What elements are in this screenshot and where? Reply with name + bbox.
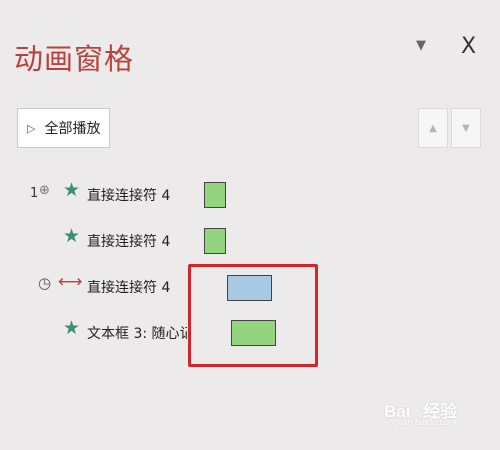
play-all-label: 全部播放 xyxy=(44,121,101,137)
entrance-star-icon: ★ xyxy=(63,179,81,201)
entrance-star-icon: ★ xyxy=(63,317,81,339)
pane-options-dropdown-icon[interactable]: ▼ xyxy=(416,38,426,53)
animation-item[interactable]: ★ 直接连接符 4 xyxy=(0,222,500,262)
move-earlier-button[interactable]: ▲ xyxy=(418,108,448,148)
watermark-url: jingyan.baidu.com xyxy=(384,417,457,427)
animation-item-name: 直接连接符 4 xyxy=(87,234,171,250)
clock-icon: ◷ xyxy=(38,274,52,292)
triangle-down-icon: ▼ xyxy=(462,122,470,134)
move-later-button[interactable]: ▼ xyxy=(451,108,481,148)
entrance-star-icon: ★ xyxy=(63,225,81,247)
mouse-click-icon: ⊕ xyxy=(39,183,50,198)
animation-order-number: 1 xyxy=(30,186,39,201)
animation-item-name: 直接连接符 4 xyxy=(87,280,171,296)
highlight-annotation-box xyxy=(188,264,318,367)
animation-item-name: 文本框 3: 随心记 xyxy=(87,326,187,342)
play-all-button[interactable]: ▷ 全部播放 xyxy=(17,108,110,148)
animation-pane: 动画窗格 ▼ X ▷ 全部播放 ▲ ▼ 1 ⊕ ★ 直接连接符 4 ★ 直接连接… xyxy=(0,0,500,450)
animation-item[interactable]: 1 ⊕ ★ 直接连接符 4 xyxy=(0,176,500,216)
animation-item-name: 直接连接符 4 xyxy=(87,188,171,204)
timeline-bar[interactable] xyxy=(204,182,226,208)
timeline-bar[interactable] xyxy=(204,228,226,254)
play-triangle-icon: ▷ xyxy=(27,121,36,135)
close-pane-button[interactable]: X xyxy=(461,34,476,59)
triangle-up-icon: ▲ xyxy=(429,122,437,134)
pane-title: 动画窗格 xyxy=(14,42,135,76)
motion-path-icon: ⟷ xyxy=(58,272,83,292)
